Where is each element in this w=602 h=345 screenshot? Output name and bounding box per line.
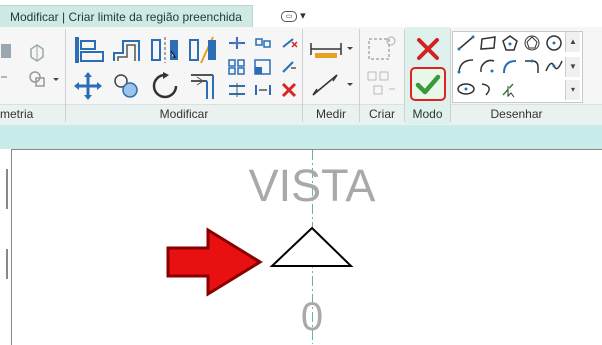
group-label-measure: Medir [315,107,346,121]
join-geometry-icon[interactable] [26,68,60,90]
scale-icon[interactable] [252,57,274,77]
start-end-radius-arc-icon[interactable] [455,56,477,76]
cut-geometry-icon[interactable] [26,42,48,64]
geometry-tool-partial-icon[interactable] [0,40,14,62]
aligned-dimension-icon[interactable] [306,36,356,62]
line-icon[interactable] [455,33,477,53]
circumscribed-polygon-icon[interactable] [521,33,543,53]
split-gap-icon[interactable] [252,80,274,100]
gallery-scroll-up-icon[interactable]: ▲ [565,32,580,52]
rectangle-icon[interactable] [477,33,499,53]
view-callout-graphics [166,226,354,297]
delete-icon[interactable] [278,80,300,100]
view-title-label: VISTA [248,160,376,211]
geometry-dropdown-partial-icon[interactable] [0,68,10,88]
group-label-mode: Modo [412,107,443,121]
gallery-expand-icon[interactable]: ▾ [565,80,580,100]
create-group-icon[interactable] [364,34,398,64]
split-element-icon[interactable] [226,80,248,100]
group-label-draw: Desenhar [490,107,543,121]
move-small-icon[interactable] [226,34,248,52]
pick-lines-icon[interactable] [499,79,521,99]
view-number-label: 0 [300,295,324,339]
inscribed-polygon-icon[interactable] [499,33,521,53]
red-arrow-icon [166,227,263,297]
trim-extend-icon[interactable] [186,68,220,102]
measure-icon[interactable] [306,70,356,100]
array-icon[interactable] [226,57,248,77]
ribbon-toggle-icon: ▭ [281,10,297,22]
rotate-icon[interactable] [148,70,182,102]
mirror-pick-axis-icon[interactable] [148,34,182,66]
move-icon[interactable] [72,70,104,102]
view-marker-triangle [269,226,354,267]
mirror-draw-axis-icon[interactable] [186,34,220,66]
offset-icon[interactable] [110,34,144,66]
create-similar-icon[interactable] [364,68,398,100]
ribbon-display-toggle[interactable]: ▭ ▾ [281,9,306,22]
pin-icon[interactable] [278,34,300,52]
center-ends-arc-icon[interactable] [477,56,499,76]
gallery-scroll-down-icon[interactable]: ▼ [565,57,580,77]
copy-small-icon[interactable] [252,34,274,52]
unpin-icon[interactable] [278,57,300,77]
group-label-modify: Modificar [159,107,209,121]
group-label-create: Criar [369,107,395,121]
align-icon[interactable] [72,34,106,66]
left-panel-edge [0,149,11,344]
partial-ellipse-icon[interactable] [477,79,499,99]
group-label-geometry: metria [0,107,34,121]
circle-icon[interactable] [543,33,565,53]
tab-modify-filled-region[interactable]: Modificar | Criar limite da região preen… [0,5,253,27]
group-separator [450,29,451,122]
options-bar [0,125,602,149]
ellipse-icon[interactable] [455,79,477,99]
fillet-arc-icon[interactable] [521,56,543,76]
tangent-end-arc-icon[interactable] [499,56,521,76]
cancel-edit-mode-icon[interactable] [412,35,444,63]
spline-icon[interactable] [543,56,565,76]
copy-icon[interactable] [110,70,142,102]
ribbon-tab-bar: Modificar | Criar limite da região preen… [0,0,602,27]
finish-edit-mode-icon[interactable] [412,69,444,99]
chevron-down-icon: ▾ [300,10,306,22]
